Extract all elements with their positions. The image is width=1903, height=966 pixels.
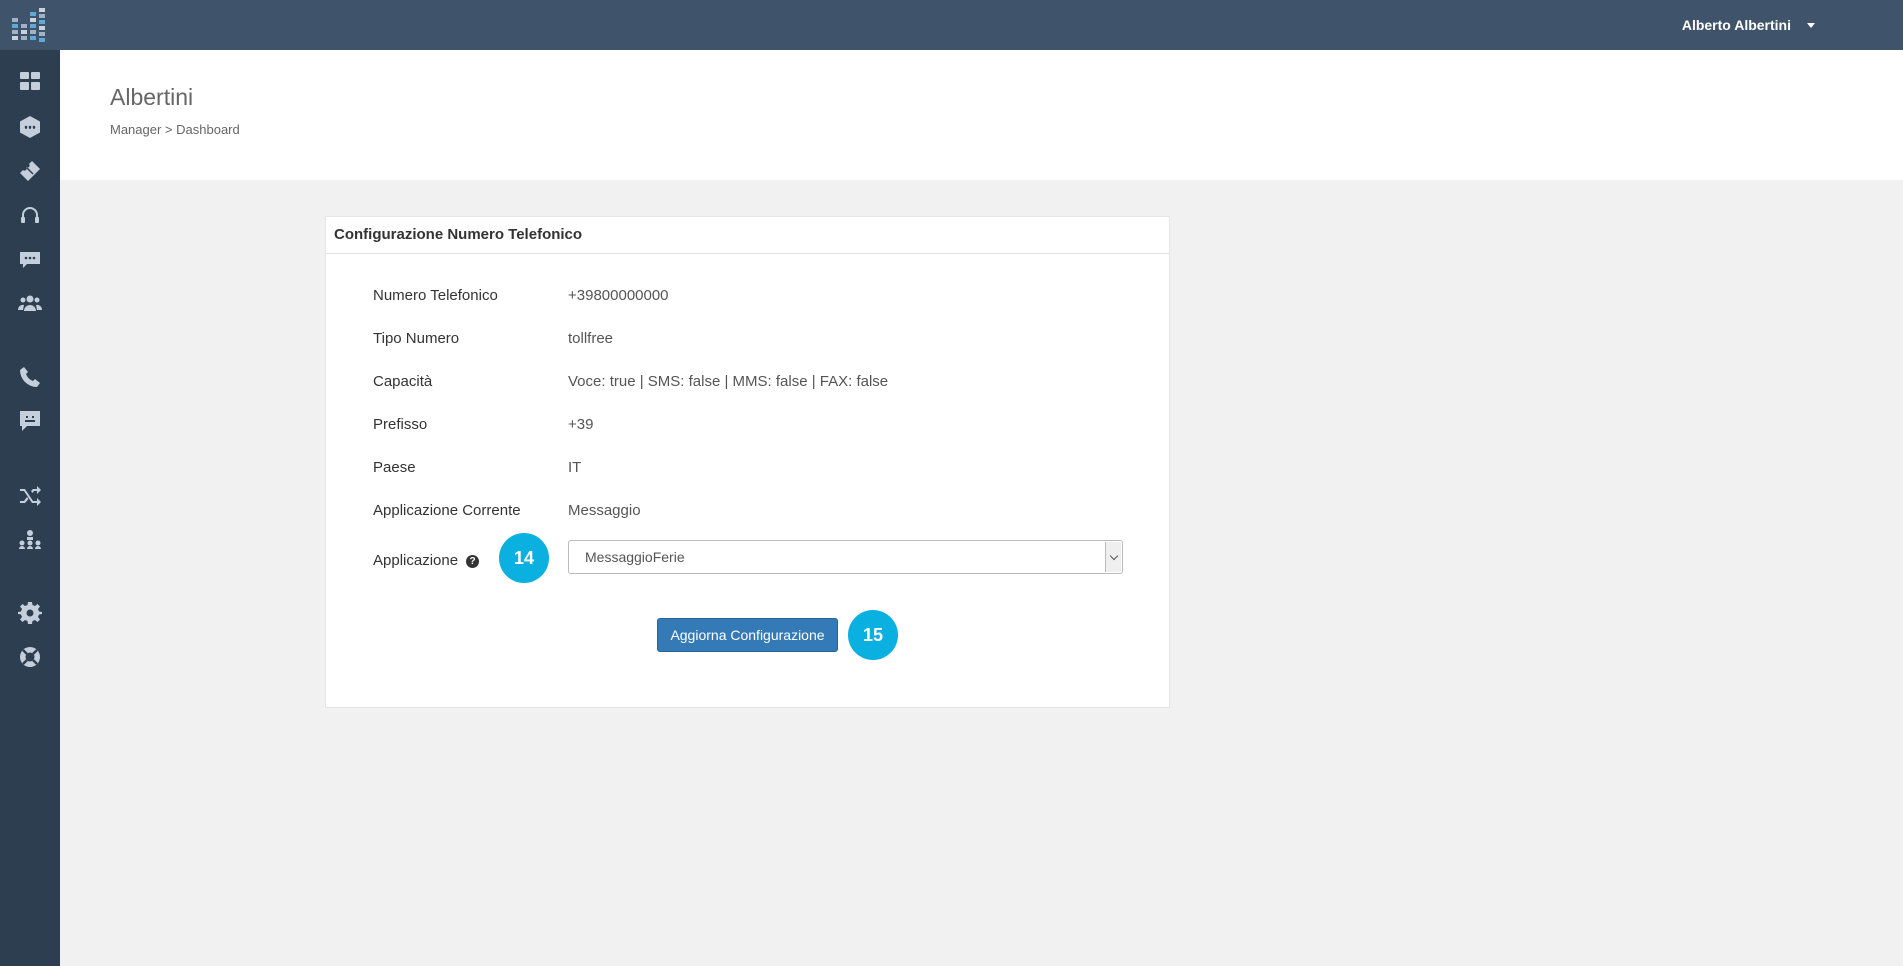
application-label: Applicazione? [373,552,480,569]
field-value: Voce: true | SMS: false | MMS: false | F… [568,373,889,390]
users-group-icon[interactable] [17,290,43,316]
caret-down-icon [1807,22,1815,28]
user-name: Alberto Albertini [1681,17,1791,33]
update-config-button[interactable]: Aggiorna Configurazione [657,618,838,652]
application-select-value: MessaggioFerie [585,549,685,565]
breadcrumb: Manager > Dashboard [110,122,240,137]
dashboard-icon[interactable] [17,68,43,94]
application-select[interactable]: MessaggioFerie [568,540,1123,574]
field-label: Numero Telefonico [373,287,498,304]
phone-config-card: Configurazione Numero Telefonico Numero … [325,216,1170,708]
field-label: Tipo Numero [373,330,460,347]
chat-bubble-icon[interactable] [17,246,43,272]
breadcrumb-manager[interactable]: Manager [110,122,161,137]
hexagon-chat-icon[interactable] [17,114,43,140]
phone-icon[interactable] [17,364,43,390]
user-menu[interactable]: Alberto Albertini [1682,17,1815,33]
field-value: tollfree [568,330,614,347]
shuffle-icon[interactable] [17,482,43,508]
page-header: Albertini Manager > Dashboard [60,50,1903,180]
top-bar: Alberto Albertini [0,0,1903,50]
breadcrumb-dashboard[interactable]: Dashboard [176,122,240,137]
field-label: Applicazione Corrente [373,502,521,519]
step-badge: 14 [499,533,549,583]
sidebar [0,50,60,966]
field-label: Prefisso [373,416,428,433]
breadcrumb-separator: > [161,122,177,137]
field-label: Paese [373,459,416,476]
field-value: IT [568,459,582,476]
message-icon[interactable] [17,408,43,434]
ticket-icon[interactable] [17,158,43,184]
lifebuoy-icon[interactable] [17,644,43,670]
gear-icon[interactable] [17,600,43,626]
headset-icon[interactable] [17,202,43,228]
field-value: Messaggio [568,502,641,519]
sitemap-icon[interactable] [17,526,43,552]
field-value: +39 [568,416,594,433]
question-circle-icon[interactable]: ? [466,554,480,568]
application-label-text: Applicazione [373,552,459,569]
page-title: Albertini [110,84,194,110]
card-title: Configurazione Numero Telefonico [326,217,1169,254]
chevron-down-icon[interactable] [1105,542,1121,572]
app-logo-icon[interactable] [12,8,48,44]
field-label: Capacità [373,373,433,390]
field-value: +39800000000 [568,287,669,304]
step-badge: 15 [848,610,898,660]
